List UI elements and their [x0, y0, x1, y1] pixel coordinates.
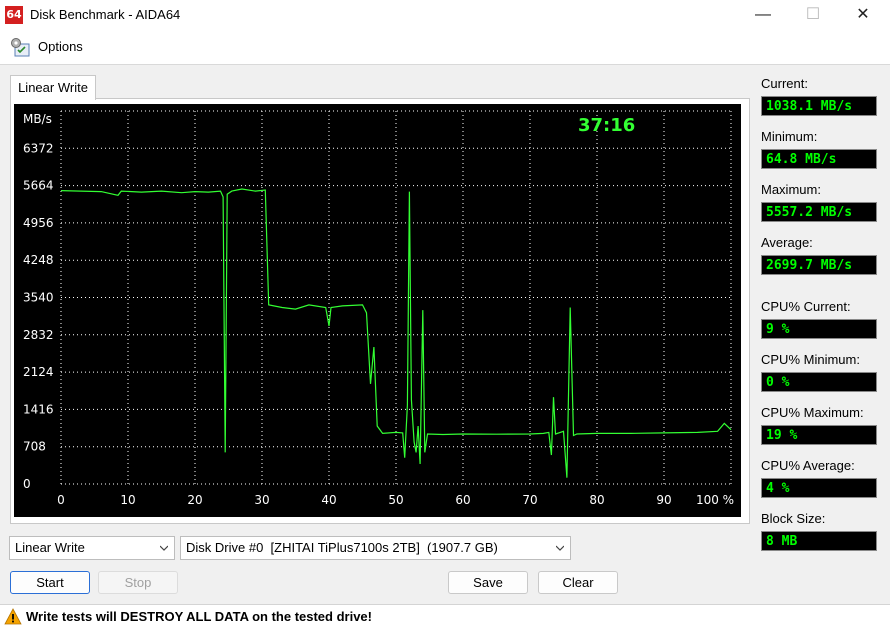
- x-tick-label: 50: [388, 493, 403, 507]
- x-tick-label: 70: [522, 493, 537, 507]
- x-tick-label: 20: [187, 493, 202, 507]
- average-label: Average:: [761, 235, 813, 250]
- y-tick-label: 0: [23, 477, 31, 491]
- x-axis-labels: 0 10 20 30 40 50 60 70 80 90 100 %: [57, 493, 734, 507]
- title-bar: 64 Disk Benchmark - AIDA64 — ☐ ✕: [0, 0, 890, 30]
- app-icon: 64: [5, 6, 23, 24]
- block-size-label: Block Size:: [761, 511, 826, 526]
- cpu-current-value: 9 %: [761, 319, 877, 339]
- current-value: 1038.1 MB/s: [761, 96, 877, 116]
- y-tick-label: 2832: [23, 328, 54, 342]
- maximum-value: 5557.2 MB/s: [761, 202, 877, 222]
- window-title: Disk Benchmark - AIDA64: [30, 7, 181, 22]
- cpu-current-label: CPU% Current:: [761, 299, 851, 314]
- cpu-average-value: 4 %: [761, 478, 877, 498]
- x-tick-label: 100 %: [696, 493, 734, 507]
- y-tick-label: 708: [23, 440, 46, 454]
- y-axis-labels: 6372 5664 4956 4248 3540 2832 2124 1416 708 0: [23, 141, 54, 491]
- write-speed-series: [60, 188, 732, 478]
- chevron-down-icon: [556, 545, 564, 551]
- x-tick-label: 60: [455, 493, 470, 507]
- drive-select[interactable]: Disk Drive #0 [ZHITAI TiPlus7100s 2TB] (…: [180, 536, 571, 560]
- current-label: Current:: [761, 76, 808, 91]
- y-tick-label: 3540: [23, 291, 54, 305]
- options-gear-icon: [11, 38, 30, 57]
- y-tick-label: 4956: [23, 216, 54, 230]
- save-button[interactable]: Save: [448, 571, 528, 594]
- x-tick-label: 80: [589, 493, 604, 507]
- status-bar: Write tests will DESTROY ALL DATA on the…: [0, 604, 890, 629]
- maximum-label: Maximum:: [761, 182, 821, 197]
- warning-message: Write tests will DESTROY ALL DATA on the…: [26, 609, 372, 624]
- tab-linear-write[interactable]: Linear Write: [10, 75, 96, 100]
- test-type-select[interactable]: Linear Write: [9, 536, 175, 560]
- x-tick-label: 10: [120, 493, 135, 507]
- x-tick-label: 40: [321, 493, 336, 507]
- menu-bar: Options: [0, 30, 890, 65]
- x-tick-label: 30: [254, 493, 269, 507]
- y-tick-label: 1416: [23, 402, 54, 416]
- cpu-maximum-value: 19 %: [761, 425, 877, 445]
- y-tick-label: 6372: [23, 141, 54, 155]
- stop-button[interactable]: Stop: [98, 571, 178, 594]
- elapsed-timer: 37:16: [578, 115, 635, 136]
- chart-svg: 637256644956424835402832212414167080 0 10…: [23, 110, 734, 507]
- y-tick-label: 4248: [23, 253, 54, 267]
- y-tick-label: 2124: [23, 365, 54, 379]
- test-type-value: Linear Write: [15, 540, 85, 555]
- cpu-maximum-label: CPU% Maximum:: [761, 405, 864, 420]
- cpu-minimum-value: 0 %: [761, 372, 877, 392]
- average-value: 2699.7 MB/s: [761, 255, 877, 275]
- maximize-button[interactable]: ☐: [790, 0, 836, 30]
- clear-button[interactable]: Clear: [538, 571, 618, 594]
- warning-icon: [4, 608, 22, 625]
- minimum-value: 64.8 MB/s: [761, 149, 877, 169]
- benchmark-chart: 6372 5664 4956 4248 3540 2832 2124 1416 708 0 0 10…: [14, 104, 741, 517]
- x-tick-label: 0: [57, 493, 65, 507]
- minimize-button[interactable]: —: [740, 0, 786, 30]
- start-button[interactable]: Start: [10, 571, 90, 594]
- cpu-average-label: CPU% Average:: [761, 458, 855, 473]
- chevron-down-icon: [160, 545, 168, 551]
- block-size-value: 8 MB: [761, 531, 877, 551]
- drive-select-value: Disk Drive #0 [ZHITAI TiPlus7100s 2TB] (…: [186, 540, 498, 555]
- y-tick-label: 5664: [23, 179, 54, 193]
- chart-grid: [60, 110, 732, 485]
- y-axis-unit: MB/s: [23, 112, 52, 126]
- minimum-label: Minimum:: [761, 129, 818, 144]
- x-tick-label: 90: [656, 493, 671, 507]
- options-label: Options: [38, 39, 83, 54]
- close-button[interactable]: ✕: [840, 0, 886, 30]
- cpu-minimum-label: CPU% Minimum:: [761, 352, 860, 367]
